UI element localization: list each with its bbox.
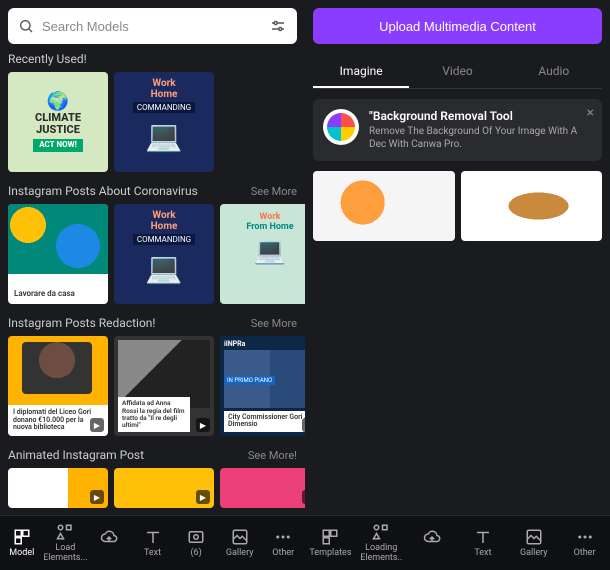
nav-photos[interactable]: (6): [174, 528, 218, 558]
see-more-link[interactable]: See More!: [248, 449, 297, 462]
uploads-grid: [313, 171, 602, 241]
section-title: Instagram Posts Redaction!: [8, 316, 156, 330]
templates-icon: [13, 528, 31, 546]
earth-icon: 🌍: [47, 92, 69, 112]
section-title: Instagram Posts About Coronavirus: [8, 184, 198, 198]
nav-text-r[interactable]: Text: [457, 528, 508, 558]
search-icon: [18, 18, 34, 34]
nav-other[interactable]: Other: [261, 528, 305, 558]
section-title: Recently Used!: [8, 52, 87, 66]
nav-other-r[interactable]: Other: [559, 528, 610, 558]
video-badge-icon: ▶: [196, 418, 210, 432]
nav-gallery[interactable]: Gallery: [218, 528, 262, 558]
nav-elements-r[interactable]: Loading Elements..: [356, 523, 407, 563]
video-badge-icon: ▶: [90, 418, 104, 432]
section-redaction: Instagram Posts Redaction! See More I di…: [8, 316, 297, 436]
promo-title: "Background Removal Tool: [369, 109, 592, 123]
nav-text[interactable]: Text: [131, 528, 175, 558]
elements-icon: [372, 523, 390, 541]
nav-uploads[interactable]: Text: [87, 528, 131, 558]
more-icon: [274, 528, 292, 546]
lavorare-da-casa-template[interactable]: Lavorare da casa: [8, 204, 108, 304]
elements-icon: [56, 523, 74, 541]
laptop-icon: 💻: [145, 119, 182, 154]
more-icon: [576, 528, 594, 546]
upload-croissant[interactable]: [461, 171, 603, 241]
work-home-template-2[interactable]: Work Home COMMANDING 💻: [114, 204, 214, 304]
text-icon: [474, 528, 492, 546]
laptop-icon: 💻: [145, 251, 182, 286]
city-commissioner-template[interactable]: ilNPRa IN PRIMO PIANO City Commissioner …: [220, 336, 305, 436]
upload-button[interactable]: Upload Multimedia Content: [313, 8, 602, 44]
gallery-icon: [231, 528, 249, 546]
tab-video[interactable]: Video: [409, 56, 505, 88]
animated-template-2[interactable]: ▶: [114, 468, 214, 508]
bg-removal-icon: [323, 109, 359, 145]
see-more-link[interactable]: See More: [251, 185, 297, 198]
templates-icon: [321, 528, 339, 546]
liceo-gori-template[interactable]: I diplomati del Liceo Gori donano €10.00…: [8, 336, 108, 436]
close-icon[interactable]: ×: [587, 105, 594, 121]
cloud-upload-icon: [100, 528, 118, 546]
anna-rossi-template[interactable]: Affidata ad Anna Rossi la regia del film…: [114, 336, 214, 436]
search-bar: [8, 8, 297, 44]
left-bottom-nav: Model Load Elements... Text Text (6) Gal…: [0, 515, 305, 570]
upload-food-1[interactable]: [313, 171, 455, 241]
work-from-home-green-template[interactable]: Work From Home 💻: [220, 204, 305, 304]
tab-audio[interactable]: Audio: [506, 56, 602, 88]
video-badge-icon: ▶: [196, 490, 210, 504]
search-input[interactable]: [42, 19, 261, 34]
nav-elements[interactable]: Load Elements...: [44, 523, 88, 563]
left-panel: Recently Used! 🌍 CLIMATE JUSTICE ACT NOW…: [0, 0, 305, 570]
see-more-link[interactable]: See More: [251, 317, 297, 330]
animated-template-3[interactable]: ▶: [220, 468, 305, 508]
right-bottom-nav: Templates Loading Elements.. Text Galler…: [305, 515, 610, 570]
promo-desc: Remove The Background Of Your Image With…: [369, 125, 592, 151]
nav-uploads-r[interactable]: [407, 528, 458, 558]
work-home-template[interactable]: Work Home COMMANDING 💻: [114, 72, 214, 172]
filter-icon[interactable]: [269, 17, 287, 35]
photo-placeholder: [22, 342, 92, 394]
animated-template-1[interactable]: ▶: [8, 468, 108, 508]
cloud-upload-icon: [423, 528, 441, 546]
section-title: Animated Instagram Post: [8, 448, 144, 462]
nav-templates[interactable]: Templates: [305, 528, 356, 558]
section-animated: Animated Instagram Post See More! ▶ ▶ ▶: [8, 448, 297, 508]
text-icon: [144, 528, 162, 546]
laptop-icon: 💻: [254, 236, 286, 266]
gallery-icon: [525, 528, 543, 546]
section-recently-used: Recently Used! 🌍 CLIMATE JUSTICE ACT NOW…: [8, 52, 297, 172]
climate-justice-template[interactable]: 🌍 CLIMATE JUSTICE ACT NOW!: [8, 72, 108, 172]
media-tabs: Imagine Video Audio: [313, 56, 602, 89]
bg-removal-promo[interactable]: "Background Removal Tool Remove The Back…: [313, 99, 602, 161]
right-panel: Upload Multimedia Content Imagine Video …: [305, 0, 610, 570]
section-coronavirus: Instagram Posts About Coronavirus See Mo…: [8, 184, 297, 304]
tab-image[interactable]: Imagine: [313, 56, 409, 88]
video-badge-icon: ▶: [90, 490, 104, 504]
template-sections: Recently Used! 🌍 CLIMATE JUSTICE ACT NOW…: [0, 52, 305, 515]
nav-gallery-r[interactable]: Gallery: [508, 528, 559, 558]
nav-model[interactable]: Model: [0, 528, 44, 558]
photos-icon: [187, 528, 205, 546]
